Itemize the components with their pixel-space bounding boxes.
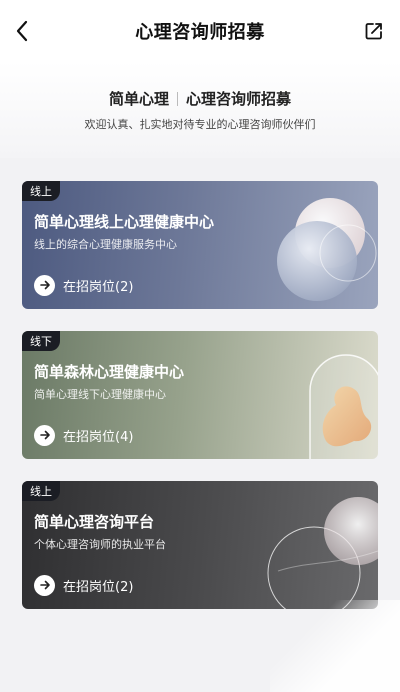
card-title: 简单森林心理健康中心 bbox=[34, 363, 185, 381]
card-tag: 线上 bbox=[22, 181, 60, 201]
open-positions-label: 在招岗位(2) bbox=[63, 279, 134, 295]
share-button[interactable] bbox=[362, 19, 386, 43]
card-subtitle: 个体心理咨询师的执业平台 bbox=[34, 538, 166, 551]
center-card-online[interactable]: 线上 简单心理线上心理健康中心 线上的综合心理健康服务中心 在招岗位(2) bbox=[22, 181, 378, 309]
card-subtitle: 线上的综合心理健康服务中心 bbox=[34, 238, 177, 251]
center-card-offline[interactable]: 线下 简单森林心理健康中心 简单心理线下心理健康中心 在招岗位(4) bbox=[22, 331, 378, 459]
card-tag: 线下 bbox=[22, 331, 60, 351]
sphere-decoration bbox=[277, 198, 377, 301]
arrow-right-icon bbox=[34, 274, 55, 296]
hero-subtitle: 欢迎认真、扎实地对待专业的心理咨询师伙伴们 bbox=[84, 118, 316, 131]
arch-decoration bbox=[309, 354, 378, 459]
card-subtitle: 简单心理线下心理健康中心 bbox=[34, 388, 166, 401]
open-positions-link[interactable]: 在招岗位(2) bbox=[34, 274, 133, 296]
center-card-platform[interactable]: 线上 简单心理咨询平台 个体心理咨询师的执业平台 在招岗位(2) bbox=[22, 481, 378, 609]
card-tag: 线上 bbox=[22, 481, 60, 501]
card-title: 简单心理线上心理健康中心 bbox=[34, 213, 215, 231]
page-title: 心理咨询师招募 bbox=[135, 22, 265, 43]
chevron-left-icon bbox=[16, 20, 28, 42]
open-positions-label: 在招岗位(4) bbox=[63, 429, 134, 445]
hero-section: 简单心理 心理咨询师招募 欢迎认真、扎实地对待专业的心理咨询师伙伴们 bbox=[0, 62, 400, 158]
hero-title: 简单心理 心理咨询师招募 bbox=[0, 88, 400, 109]
card-title: 简单心理咨询平台 bbox=[34, 513, 155, 531]
corner-fade bbox=[270, 600, 400, 692]
arrow-right-icon bbox=[34, 424, 55, 446]
open-positions-link[interactable]: 在招岗位(4) bbox=[34, 424, 133, 446]
hero-divider bbox=[177, 91, 178, 106]
back-button[interactable] bbox=[10, 19, 34, 43]
open-positions-label: 在招岗位(2) bbox=[63, 579, 134, 595]
open-positions-link[interactable]: 在招岗位(2) bbox=[34, 574, 133, 596]
hero-heading: 心理咨询师招募 bbox=[186, 90, 292, 108]
hero-brand: 简单心理 bbox=[108, 90, 169, 108]
circle-decoration bbox=[267, 497, 378, 609]
top-navbar: 心理咨询师招募 bbox=[0, 0, 400, 62]
arrow-right-icon bbox=[34, 574, 55, 596]
share-icon bbox=[365, 23, 382, 40]
